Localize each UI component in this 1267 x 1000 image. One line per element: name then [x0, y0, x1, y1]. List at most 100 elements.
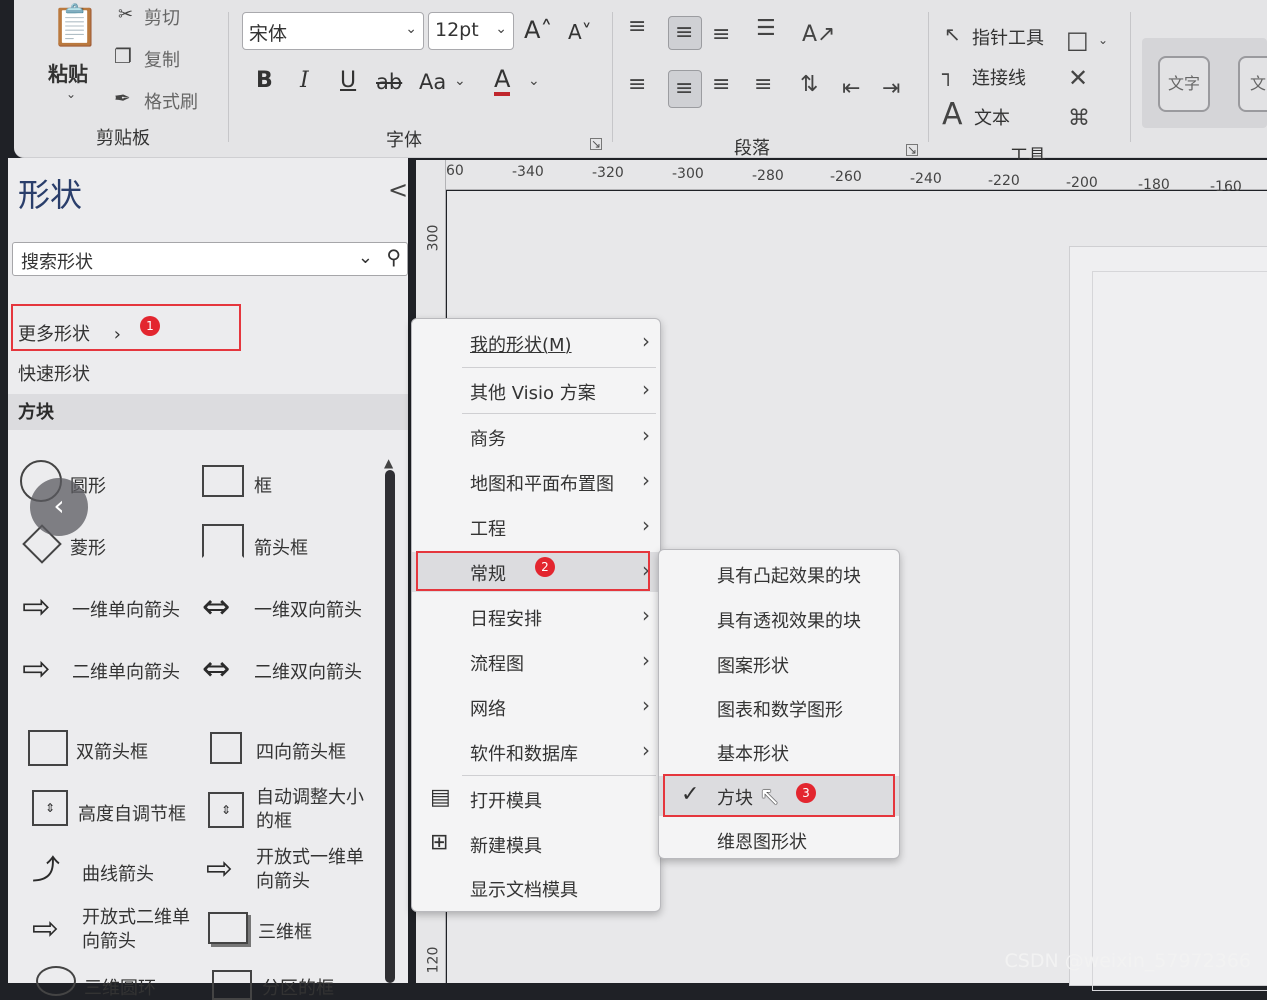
align-bottom-icon[interactable]: ≡	[712, 24, 730, 46]
back-arrow-icon[interactable]: ‹	[30, 478, 88, 536]
shape-item[interactable]: 曲线箭头	[82, 860, 154, 886]
double-arrow-box-icon	[28, 730, 68, 766]
chevron-down-icon[interactable]: ⌄	[66, 88, 76, 100]
blocks-stencil-header[interactable]: 方块	[8, 394, 408, 430]
collapse-pane-button[interactable]: <	[388, 176, 408, 204]
menu-item-new-stencil[interactable]: ⊞ 新建模具	[412, 824, 660, 864]
menu-item-open-stencil[interactable]: ▤ 打开模具	[412, 779, 660, 819]
font-size-select[interactable]: 12pt ⌄	[428, 12, 514, 50]
menu-item-network[interactable]: 网络 ›	[412, 687, 660, 727]
watermark: CSDN @weixin_57972366	[1004, 950, 1252, 972]
menu-item-other-visio[interactable]: 其他 Visio 方案 ›	[412, 371, 660, 411]
menu-item-maps[interactable]: 地图和平面布置图 ›	[412, 462, 660, 502]
text-direction-icon[interactable]: ⇅	[800, 74, 818, 96]
align-center-icon[interactable]: ≡	[668, 70, 702, 108]
cut-button[interactable]: 剪切	[144, 4, 180, 30]
style-swatch[interactable]: 文字	[1158, 56, 1210, 112]
shape-item[interactable]: 开放式二维单向箭头	[82, 906, 202, 954]
shape-item[interactable]: 高度自调节框	[78, 800, 186, 826]
menu-item-software-db[interactable]: 软件和数据库 ›	[412, 732, 660, 772]
shape-item[interactable]: 分区的框	[262, 974, 334, 1000]
search-icon[interactable]: ⚲	[386, 245, 401, 269]
submenu-item[interactable]: 具有透视效果的块	[659, 599, 899, 639]
align-top-icon[interactable]: ≡	[628, 16, 646, 38]
quick-shapes-item[interactable]: 快速形状	[18, 360, 90, 386]
paragraph-dialog-launcher[interactable]: ↘	[906, 144, 918, 156]
connector-button[interactable]: 连接线	[972, 64, 1026, 90]
decrease-indent-icon[interactable]: ⇤	[842, 78, 860, 100]
shape-item[interactable]: 菱形	[70, 534, 106, 560]
shape-item[interactable]: 二维单向箭头	[72, 658, 180, 684]
ruler-tick-label: -240	[910, 171, 942, 187]
annotation-box-1	[11, 304, 241, 351]
menu-item-label: 流程图	[470, 654, 524, 675]
text-tool-button[interactable]: 文本	[974, 104, 1010, 130]
align-right-icon[interactable]: ≡	[712, 74, 730, 96]
chevron-down-icon[interactable]: ⌄	[454, 74, 466, 88]
shape-item[interactable]: 三维框	[258, 918, 312, 944]
change-case-button[interactable]: Aa	[419, 70, 446, 94]
menu-item-flowchart[interactable]: 流程图 ›	[412, 642, 660, 682]
shape-item[interactable]: 框	[254, 472, 272, 498]
submenu-item[interactable]: 维恩图形状	[659, 820, 899, 860]
submenu-item[interactable]: 具有凸起效果的块	[659, 554, 899, 594]
submenu-item[interactable]: 图表和数学图形	[659, 688, 899, 728]
submenu-item[interactable]: 基本形状	[659, 732, 899, 772]
shape-item[interactable]: 四向箭头框	[256, 738, 346, 764]
blocks-stencil-label: 方块	[18, 402, 54, 423]
submenu-item[interactable]: 图案形状	[659, 644, 899, 684]
shape-item[interactable]: 自动调整大小的框	[256, 786, 376, 834]
pointer-tool-button[interactable]: 指针工具	[972, 24, 1044, 50]
search-input[interactable]: 搜索形状 ⌄ ⚲	[12, 242, 408, 276]
paste-icon[interactable]: 📋	[50, 6, 100, 46]
strikethrough-button[interactable]: ab	[376, 70, 402, 94]
shape-item[interactable]: 三维圆环	[84, 974, 156, 1000]
shape-item[interactable]: 箭头框	[254, 534, 308, 560]
partition-box-icon	[212, 970, 252, 1000]
font-dialog-launcher[interactable]: ↘	[590, 138, 602, 150]
ruler-tick-label: -260	[830, 169, 862, 185]
pane-scrollbar[interactable]	[385, 470, 395, 983]
chevron-down-icon[interactable]: ⌄	[358, 247, 373, 268]
align-middle-icon[interactable]: ≡	[668, 16, 702, 50]
bullets-icon[interactable]: ☰	[756, 18, 776, 40]
menu-item-schedule[interactable]: 日程安排 ›	[412, 597, 660, 637]
scroll-up-icon[interactable]: ▲	[384, 456, 393, 470]
shape-item[interactable]: 一维双向箭头	[254, 596, 362, 622]
bold-button[interactable]: B	[256, 68, 273, 93]
format-painter-button[interactable]: 格式刷	[144, 88, 198, 114]
close-icon[interactable]: ✕	[1068, 66, 1088, 90]
chevron-down-icon[interactable]: ⌄	[528, 74, 540, 88]
menu-item-document-stencil[interactable]: 显示文档模具	[412, 868, 660, 908]
3d-ring-icon	[36, 966, 76, 996]
menu-item-label: 新建模具	[470, 836, 542, 857]
style-swatch[interactable]: 文	[1238, 56, 1267, 112]
pointer-icon: ↖	[944, 22, 961, 46]
align-left-icon[interactable]: ≡	[628, 74, 646, 96]
grow-font-button[interactable]: A˄	[524, 16, 552, 44]
ruler-tick-label: -300	[672, 166, 704, 182]
justify-icon[interactable]: ≡	[754, 74, 772, 96]
menu-item-my-shapes[interactable]: 我的形状(M) ›	[412, 323, 660, 363]
font-color-button[interactable]: A	[494, 66, 511, 96]
menu-item-business[interactable]: 商务 ›	[412, 417, 660, 457]
menu-item-engineering[interactable]: 工程 ›	[412, 507, 660, 547]
shrink-font-button[interactable]: A˅	[568, 20, 592, 44]
rectangle-icon[interactable]: □	[1066, 28, 1089, 52]
font-name-select[interactable]: 宋体 ⌄	[242, 12, 424, 50]
shape-item[interactable]: 二维双向箭头	[254, 658, 362, 684]
increase-indent-icon[interactable]: A↗	[802, 24, 835, 46]
menu-item-label: 日程安排	[470, 609, 542, 630]
paste-button[interactable]: 粘贴	[48, 58, 88, 87]
underline-button[interactable]: U	[340, 68, 356, 93]
shape-item[interactable]: 开放式一维单向箭头	[256, 846, 376, 894]
chevron-right-icon: ›	[642, 693, 650, 717]
submenu-item-label: 具有透视效果的块	[717, 611, 861, 632]
increase-indent-icon[interactable]: ⇥	[882, 78, 900, 100]
chevron-down-icon[interactable]: ⌄	[1098, 34, 1108, 46]
italic-button[interactable]: I	[300, 68, 309, 93]
crop-icon[interactable]: ⌘	[1068, 108, 1090, 130]
shape-item[interactable]: 一维单向箭头	[72, 596, 180, 622]
copy-button[interactable]: 复制	[144, 46, 180, 72]
shape-item[interactable]: 双箭头框	[76, 738, 148, 764]
